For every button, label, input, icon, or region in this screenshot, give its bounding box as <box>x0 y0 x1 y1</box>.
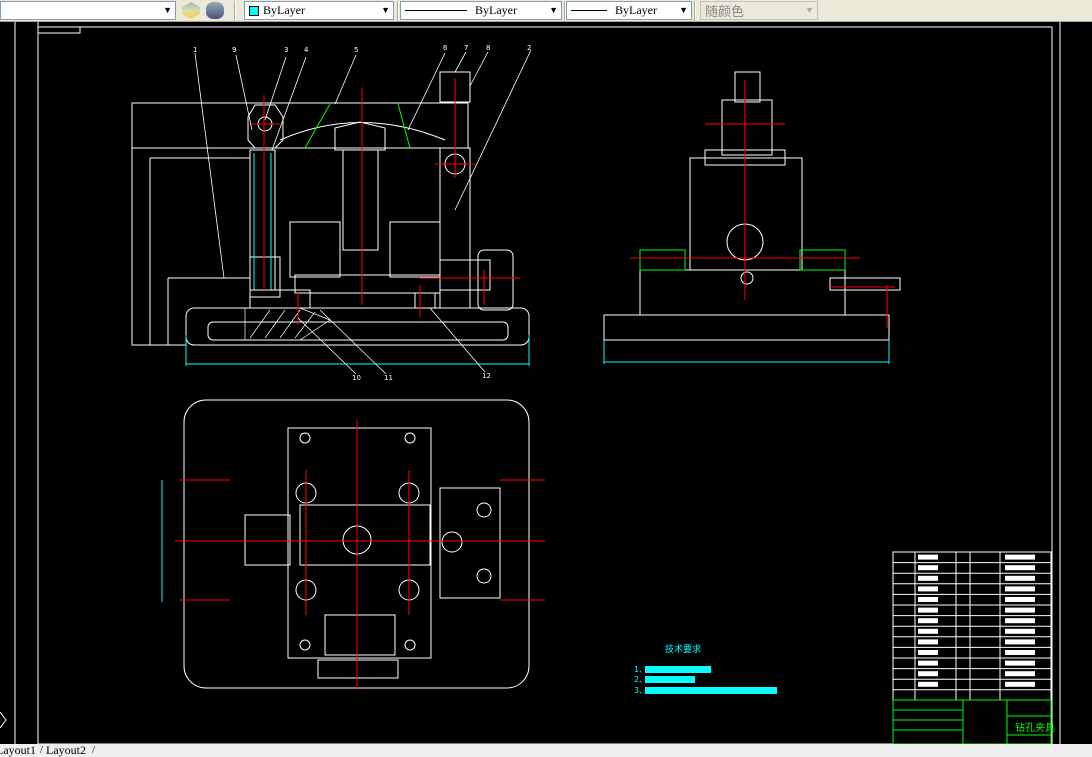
parts-list-cell <box>1005 660 1035 666</box>
drawing-frame <box>0 22 1061 745</box>
part-label: 8 <box>486 44 490 52</box>
drawing-title: 钻孔夹具 <box>1015 721 1055 734</box>
parts-list-cell <box>1005 628 1035 634</box>
linetype-value: ByLayer <box>475 3 517 17</box>
lineweight-preview <box>571 10 607 11</box>
part-label: 11 <box>384 374 393 382</box>
parts-list-cell <box>1005 639 1035 645</box>
layer-previous-icon[interactable] <box>206 2 224 19</box>
parts-list-cell <box>1005 607 1035 613</box>
parts-list-cell <box>1005 681 1035 687</box>
front-view: 1 9 3 4 5 6 7 8 2 10 11 12 <box>131 44 532 382</box>
linetype-dropdown[interactable]: ByLayer ▼ <box>400 1 562 20</box>
parts-list <box>892 551 1052 701</box>
parts-list-cell <box>1005 554 1035 560</box>
parts-list-cell <box>918 607 938 613</box>
parts-list-cell <box>918 586 938 592</box>
parts-list-cell <box>1005 575 1035 581</box>
layer-dropdown[interactable]: ▼ <box>0 1 176 20</box>
top-view <box>161 399 545 690</box>
lineweight-dropdown[interactable]: ByLayer ▼ <box>566 1 692 20</box>
centerlines <box>250 78 520 325</box>
layout-tabs: Layout1 / Layout2 / <box>0 744 1092 757</box>
tech-req-heading: 技术要求 <box>665 643 701 655</box>
parts-list-cell <box>918 639 938 645</box>
parts-list-cell <box>918 618 938 624</box>
part-label: 1 <box>193 46 197 54</box>
parts-list-cell <box>1005 671 1035 677</box>
technical-requirements: 技术要求 1、 2、 3、 <box>634 643 777 695</box>
drawing-canvas[interactable]: 1 9 3 4 5 6 7 8 2 10 11 12 技术要求 1、 2、 3、… <box>0 22 1092 745</box>
color-dropdown[interactable]: ByLayer ▼ <box>244 1 394 20</box>
chevron-down-icon: ▼ <box>549 5 558 15</box>
parts-list-cell <box>918 650 938 655</box>
parts-list-cell <box>1005 597 1035 602</box>
part-label: 12 <box>482 372 491 380</box>
color-swatch <box>249 5 259 16</box>
parts-list-cell <box>918 565 938 571</box>
parts-list-cell <box>1005 618 1035 624</box>
side-view <box>603 71 901 364</box>
parts-list-cell <box>1005 586 1035 592</box>
color-value: ByLayer <box>263 3 305 17</box>
parts-list-cell <box>918 671 938 677</box>
part-label: 6 <box>443 44 448 52</box>
parts-list-cell <box>918 628 938 634</box>
layer-states-icon[interactable] <box>182 2 200 19</box>
parts-list-cell <box>1005 650 1035 655</box>
parts-list-cell <box>918 575 938 581</box>
chevron-down-icon: ▼ <box>381 5 390 15</box>
title-block: 钻孔夹具 <box>892 699 1055 745</box>
part-label: 10 <box>352 374 361 382</box>
part-label: 7 <box>464 44 468 52</box>
hatching <box>244 307 331 341</box>
properties-toolbar: ▼ ByLayer ▼ ByLayer ▼ ByLayer ▼ 随颜色 ▼ <box>0 0 1092 22</box>
part-label: 3 <box>284 46 288 54</box>
parts-list-cell <box>918 597 938 602</box>
plotstyle-dropdown: 随颜色 ▼ <box>700 1 818 20</box>
parts-list-cell <box>918 554 938 560</box>
parts-list-cell <box>918 660 938 666</box>
plotstyle-value: 随颜色 <box>705 4 745 19</box>
part-label: 5 <box>354 46 358 54</box>
parts-list-cell <box>1005 565 1035 571</box>
part-label: 9 <box>232 46 236 54</box>
chevron-down-icon: ▼ <box>679 5 688 15</box>
dimension-lines <box>131 103 530 366</box>
tab-layout2[interactable]: Layout2 <box>46 744 86 757</box>
chevron-down-icon: ▼ <box>163 5 172 15</box>
lineweight-value: ByLayer <box>615 3 657 17</box>
part-label: 2 <box>527 44 531 52</box>
part-label: 4 <box>304 46 309 54</box>
linetype-preview <box>405 10 467 11</box>
tab-layout1[interactable]: Layout1 <box>0 744 36 757</box>
chevron-down-icon: ▼ <box>805 5 814 15</box>
leader-lines <box>194 49 532 375</box>
parts-list-cell <box>918 681 938 687</box>
